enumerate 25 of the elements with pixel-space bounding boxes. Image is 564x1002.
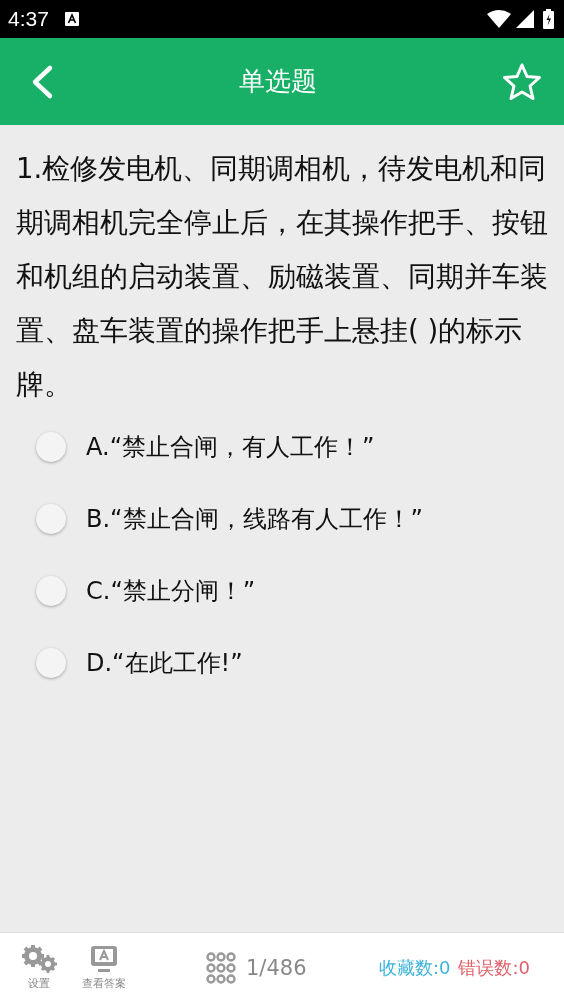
status-time: 4:37 [8,7,49,31]
battery-icon [543,9,554,29]
errors-count: 错误数:0 [458,955,530,980]
settings-button[interactable]: 设置 [20,944,58,991]
monitor-icon [89,944,119,974]
answer-option[interactable]: A.“禁止合闸，有人工作！” [86,419,375,475]
answer-option[interactable]: D.“在此工作!” [86,635,243,691]
back-button[interactable] [30,63,54,100]
question-counter: 1/486 [246,955,307,980]
wifi-icon [487,10,511,28]
answer-option[interactable]: C.“禁止分闸！” [86,563,256,619]
radio-button[interactable] [36,648,66,678]
view-answer-button[interactable]: 查看答案 [82,944,126,991]
signal-icon [516,10,534,28]
page-title: 单选题 [238,65,318,98]
favorites-count: 收藏数:0 [378,955,451,980]
radio-button[interactable] [36,432,66,462]
radio-button[interactable] [36,576,66,606]
notification-icon [64,12,79,26]
favorite-star-button[interactable] [502,61,542,102]
radio-button[interactable] [36,504,66,534]
question-text: 1.检修发电机、同期调相机，待发电机和同期调相机完全停止后，在其操作把手、按钮和机组的启动装置、励磁装置、同期并车装置、盘车装置的操作把手上悬挂( )的标示牌。 [16,151,549,402]
gears-icon [20,944,58,974]
grid-icon[interactable] [206,951,236,984]
answer-option[interactable]: B.“禁止合闸，线路有人工作！” [86,491,423,547]
